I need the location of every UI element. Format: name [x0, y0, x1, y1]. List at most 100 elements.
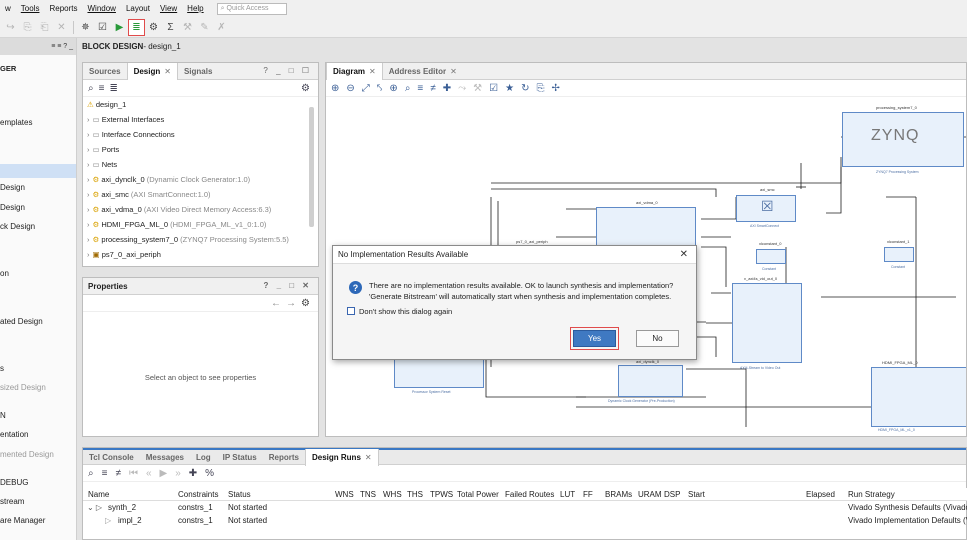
yes-button[interactable]: Yes — [570, 327, 619, 350]
quick-access-input[interactable]: ⌕ Quick Access — [216, 2, 287, 15]
tab-sources[interactable]: Sources — [83, 63, 127, 80]
zoom-out-icon[interactable]: ⊖ — [346, 83, 354, 94]
menu-view[interactable]: View — [155, 4, 182, 13]
close-icon[interactable]: ✕ — [365, 453, 372, 462]
block-xlconstant-1[interactable] — [884, 247, 914, 262]
search-icon[interactable]: ⌕ — [405, 83, 411, 94]
block-hdmi-fpga-ml[interactable] — [871, 367, 966, 427]
tree-item-processing-system[interactable]: › ⚙ processing_system7_0 (ZYNQ7 Processin… — [87, 235, 289, 244]
regenerate-layout-icon[interactable]: ⎘ — [536, 83, 544, 94]
hierarchy-icon[interactable]: ≣ — [109, 83, 117, 94]
col-wns[interactable]: WNS — [335, 490, 354, 499]
collapse-icon[interactable]: ≡ — [417, 83, 423, 94]
flow-item-generate-bitstream[interactable]: stream — [0, 497, 24, 506]
block-axi-dynclk[interactable] — [618, 365, 683, 397]
tree-item-design-root[interactable]: ⚠ design_1 — [87, 100, 126, 109]
flow-item-hardware-manager[interactable]: are Manager — [0, 516, 45, 525]
menu-layout[interactable]: Layout — [121, 4, 155, 13]
chevron-right-icon[interactable]: › — [87, 250, 90, 259]
redo-icon[interactable]: ↪ — [2, 19, 19, 36]
menu-reports[interactable]: Reports — [44, 4, 82, 13]
collapse-all-icon[interactable]: ≡ — [99, 83, 105, 94]
play-icon[interactable]: ▶ — [160, 468, 168, 479]
add-ip-icon[interactable]: ✚ — [443, 83, 451, 94]
fit-view-icon[interactable]: ⤢ — [362, 83, 370, 94]
block-axi-smc[interactable]: ☒ — [736, 195, 796, 222]
menu-item-partial[interactable]: w — [0, 4, 16, 13]
col-ths[interactable]: THS — [407, 490, 423, 499]
flow-item-project-manager[interactable]: GER — [0, 64, 16, 73]
col-constraints[interactable]: Constraints — [178, 490, 218, 499]
col-tns[interactable]: TNS — [360, 490, 376, 499]
table-row[interactable]: ▷ impl_2 constrs_1 Not started Vivado Im… — [83, 514, 967, 527]
block-v-axi4s-vid-out[interactable] — [732, 283, 802, 363]
col-status[interactable]: Status — [228, 490, 251, 499]
close-icon[interactable]: ✕ — [450, 67, 457, 76]
forward-arrow-icon[interactable]: → — [286, 298, 296, 309]
flow-item-simulation[interactable]: on — [0, 269, 9, 278]
flow-item-elaborated-design[interactable]: ated Design — [0, 317, 43, 326]
flow-item-templates[interactable]: emplates — [0, 118, 32, 127]
flow-item-create-design[interactable]: Design — [0, 183, 25, 192]
col-elapsed[interactable]: Elapsed — [806, 490, 835, 499]
zoom-area-icon[interactable]: ⤣ — [377, 83, 383, 94]
block-processing-system7[interactable]: ZYNQ — [842, 112, 964, 167]
chevron-right-icon[interactable]: › — [87, 160, 90, 169]
tree-item-axi-vdma[interactable]: › ⚙ axi_vdma_0 (AXI Video Direct Memory A… — [87, 205, 271, 214]
chevron-down-icon[interactable]: ⌄ ▷ — [87, 503, 102, 512]
compile-icon[interactable]: ✵ — [77, 19, 94, 36]
chevron-right-icon[interactable]: › — [87, 145, 90, 154]
dont-show-again-label[interactable]: Don't show this dialog again — [359, 307, 452, 316]
menu-help[interactable]: Help — [182, 4, 208, 13]
chevron-right-icon[interactable]: › — [87, 190, 90, 199]
percent-icon[interactable]: % — [205, 468, 214, 479]
no-button[interactable]: No — [636, 330, 679, 347]
col-brams[interactable]: BRAMs — [605, 490, 632, 499]
tab-diagram[interactable]: Diagram ✕ — [326, 62, 383, 80]
col-start[interactable]: Start — [688, 490, 705, 499]
col-uram[interactable]: URAM — [638, 490, 662, 499]
refresh-icon[interactable]: ↻ — [521, 83, 529, 94]
copy-icon[interactable]: ⎘ — [19, 19, 36, 36]
tab-log[interactable]: Log — [190, 449, 217, 466]
dont-show-again-checkbox[interactable] — [347, 307, 355, 315]
chevron-right-icon[interactable]: › — [87, 175, 90, 184]
close-icon[interactable]: ✕ — [680, 249, 688, 260]
col-failed-routes[interactable]: Failed Routes — [505, 490, 554, 499]
tree-item-nets[interactable]: › ▭ Nets — [87, 160, 117, 169]
gear-icon[interactable]: ⚙ — [301, 83, 310, 94]
chevron-right-icon[interactable]: › — [87, 220, 90, 229]
sigma-icon[interactable]: Σ — [162, 19, 179, 36]
chevron-right-icon[interactable]: › — [87, 235, 90, 244]
menu-window[interactable]: Window — [82, 4, 120, 13]
table-row[interactable]: ⌄ ▷ synth_2 constrs_1 Not started Vivado… — [83, 501, 967, 514]
tree-item-axi-smc[interactable]: › ⚙ axi_smc (AXI SmartConnect:1.0) — [87, 190, 211, 199]
edit-icon[interactable]: ✎ — [196, 19, 213, 36]
search-icon[interactable]: ⌕ — [88, 83, 94, 94]
flow-item-run-implementation[interactable]: entation — [0, 430, 28, 439]
gear-icon[interactable]: ⚙ — [301, 298, 310, 309]
flow-item-open-design[interactable]: Design — [0, 203, 25, 212]
chevron-right-icon[interactable]: › — [87, 115, 90, 124]
col-ff[interactable]: FF — [583, 490, 593, 499]
tab-design[interactable]: Design ✕ — [126, 62, 178, 80]
chevron-right-icon[interactable]: › — [87, 130, 90, 139]
col-name[interactable]: Name — [88, 490, 109, 499]
close-icon[interactable]: ✕ — [164, 67, 171, 76]
tab-tcl-console[interactable]: Tcl Console — [83, 449, 140, 466]
flow-item-implemented-design[interactable]: mented Design — [0, 450, 54, 459]
tree-item-hdmi-fpga[interactable]: › ⚙ HDMI_FPGA_ML_0 (HDMI_FPGA_ML_v1_0:1.0… — [87, 220, 266, 229]
flow-navigator-controls[interactable]: ≡ ≡ ? _ — [51, 43, 73, 50]
run-icon[interactable]: ▶ — [111, 19, 128, 36]
close-icon[interactable]: ✕ — [369, 67, 376, 76]
search-icon[interactable]: ⌕ — [88, 468, 94, 479]
wrench-icon[interactable]: ⚒ — [473, 83, 482, 94]
optimize-icon[interactable]: ✢ — [551, 83, 559, 94]
col-lut[interactable]: LUT — [560, 490, 575, 499]
col-run-strategy[interactable]: Run Strategy — [848, 490, 895, 499]
tab-reports[interactable]: Reports — [263, 449, 305, 466]
flow-item-synthesized-design[interactable]: sized Design — [0, 383, 46, 392]
first-icon[interactable]: ⏮ — [129, 468, 138, 479]
col-dsp[interactable]: DSP — [664, 490, 680, 499]
auto-connect-icon[interactable]: ⊕ — [389, 83, 397, 94]
